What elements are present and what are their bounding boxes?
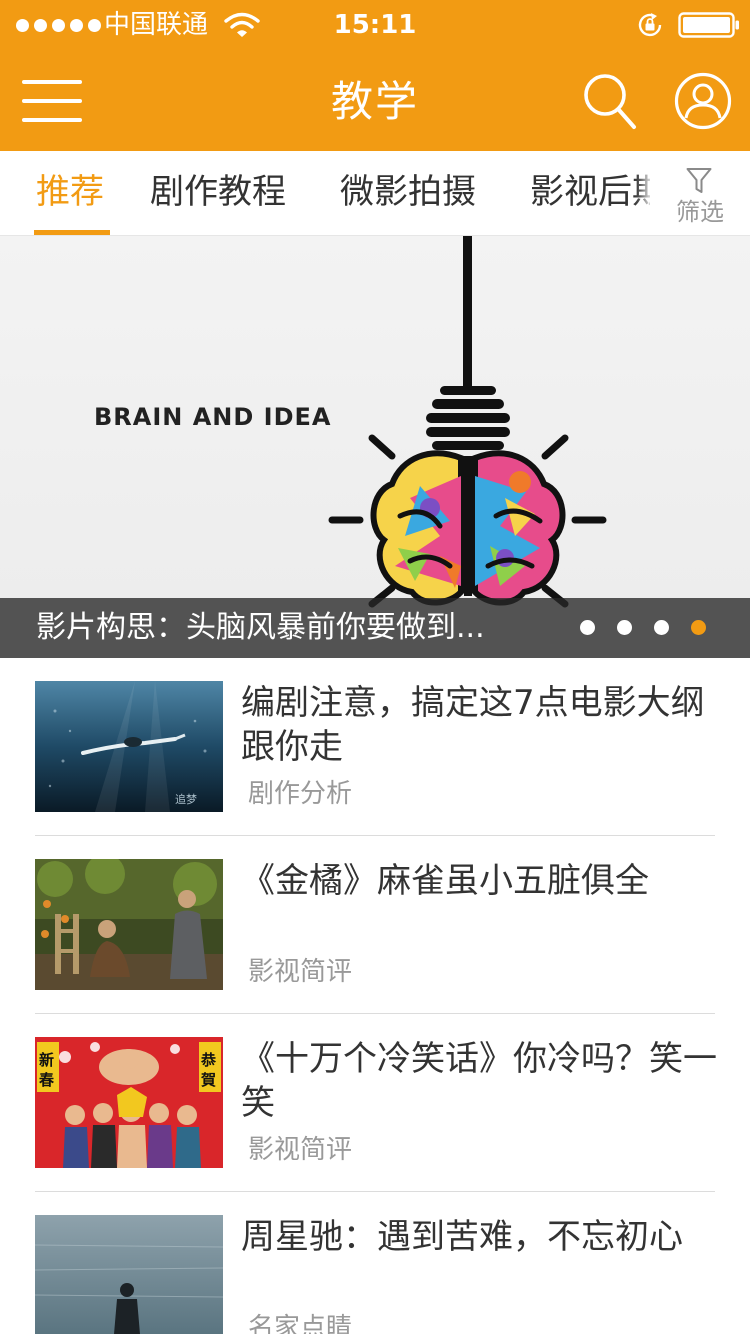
- banner-dot-active[interactable]: [691, 620, 706, 635]
- filter-icon: [686, 168, 712, 193]
- app-header: 中国联通 15:11 教学: [0, 0, 750, 151]
- banner-dot[interactable]: [617, 620, 632, 635]
- article-title: 周星驰：遇到苦难，不忘初心: [241, 1217, 683, 1257]
- underwater-swimmer-thumbnail: 追梦: [35, 681, 223, 812]
- article-item[interactable]: 新 春 恭 賀 《十万个冷笑话》你冷吗？笑一笑 影视简评: [0, 1014, 750, 1192]
- svg-text:春: 春: [39, 1071, 54, 1089]
- tab-post-production[interactable]: 影视后期: [530, 169, 666, 215]
- article-category-tag: 剧作分析: [248, 779, 353, 809]
- user-icon[interactable]: [674, 72, 732, 130]
- man-by-sea-thumbnail: [35, 1215, 223, 1334]
- banner-dot[interactable]: [654, 620, 669, 635]
- active-tab-indicator: [34, 230, 110, 235]
- status-bar: 中国联通 15:11: [0, 0, 750, 50]
- tab-micro-film-shooting[interactable]: 微影拍摄: [340, 169, 476, 215]
- article-item[interactable]: 《金橘》麻雀虽小五脏俱全 影视简评: [0, 836, 750, 1014]
- filter-button[interactable]: 筛选: [650, 151, 750, 235]
- banner-pagination: [580, 620, 706, 635]
- svg-text:賀: 賀: [200, 1071, 216, 1089]
- article-category-tag: 影视简评: [248, 1135, 353, 1165]
- category-tabs: 推荐 剧作教程 微影拍摄 影视后期 筛选: [0, 151, 750, 236]
- tab-screenwriting[interactable]: 剧作教程: [150, 169, 286, 215]
- banner-dot[interactable]: [580, 620, 595, 635]
- featured-banner[interactable]: BRAIN AND IDEA 影片构思：头脑风暴前你要做到...: [0, 236, 750, 658]
- search-icon[interactable]: [582, 72, 638, 132]
- battery-icon: [678, 12, 739, 38]
- article-title: 《十万个冷笑话》你冷吗？笑一笑: [241, 1039, 717, 1123]
- article-title: 《金橘》麻雀虽小五脏俱全: [241, 861, 649, 901]
- article-category-tag: 影视简评: [248, 957, 353, 987]
- svg-text:追梦: 追梦: [175, 792, 197, 806]
- svg-text:恭: 恭: [200, 1051, 217, 1069]
- orchard-men-thumbnail: [35, 859, 223, 990]
- article-title: 编剧注意，搞定这7点电影大纲跟你走: [241, 683, 705, 767]
- tab-recommended[interactable]: 推荐: [36, 169, 104, 215]
- article-category-tag: 名家点睛: [248, 1313, 353, 1334]
- banner-caption-bar: 影片构思：头脑风暴前你要做到...: [0, 598, 750, 658]
- brain-lightbulb-illustration: [328, 236, 607, 608]
- anime-characters-thumbnail: 新 春 恭 賀: [35, 1037, 223, 1168]
- banner-image-text: BRAIN AND IDEA: [94, 403, 332, 431]
- svg-text:新: 新: [39, 1051, 54, 1069]
- banner-caption: 影片构思：头脑风暴前你要做到...: [36, 610, 485, 645]
- filter-label: 筛选: [676, 198, 724, 226]
- article-item[interactable]: 追梦 编剧注意，搞定这7点电影大纲跟你走 剧作分析: [0, 658, 750, 836]
- article-item[interactable]: 周星驰：遇到苦难，不忘初心 名家点睛: [0, 1192, 750, 1334]
- lock-rotation-icon: [638, 13, 662, 37]
- nav-bar: 教学: [0, 50, 750, 151]
